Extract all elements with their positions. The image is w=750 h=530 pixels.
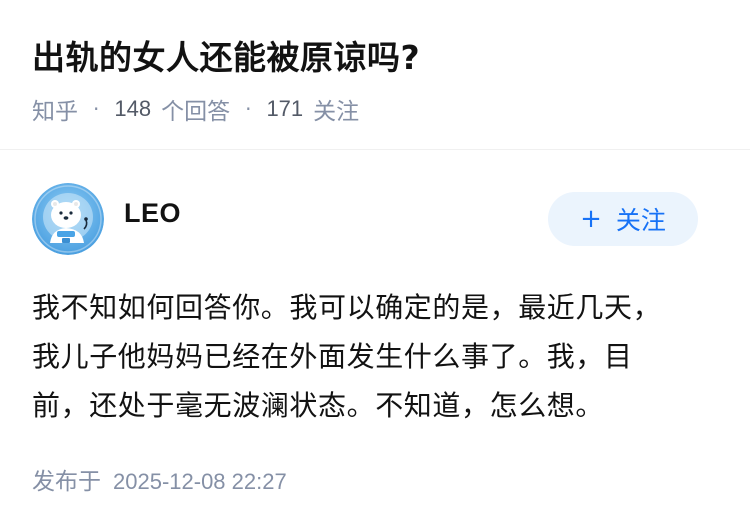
follow-button-label: 关注 <box>615 206 666 235</box>
question-title[interactable]: 出轨的女人还能被原谅吗? <box>32 34 420 82</box>
author-name[interactable]: LEO <box>124 198 181 229</box>
follow-count-label: 关注 <box>313 99 360 125</box>
answer-count-label: 个回答 <box>161 99 231 125</box>
publish-label: 发布于 <box>32 469 101 495</box>
answer-line: 我儿子他妈妈已经在外面发生什么事了。我，目 <box>32 340 633 373</box>
answer-count: 148 <box>114 96 152 121</box>
meta-separator: · <box>93 97 100 121</box>
plus-icon: + <box>580 204 602 234</box>
answer-line: 前，还处于毫无波澜状态。不知道，怎么想。 <box>32 389 605 422</box>
publish-date: 2025-12-08 22:27 <box>113 469 287 494</box>
answer-line: 我不知如何回答你。我可以确定的是，最近几天， <box>32 291 662 324</box>
question-meta: 知乎 · 148 个回答 · 171 关注 <box>32 92 359 126</box>
publish-time: 发布于 2025-12-08 22:27 <box>32 462 287 496</box>
follow-count: 171 <box>266 96 304 121</box>
answer-content: 我不知如何回答你。我可以确定的是，最近几天， 我儿子他妈妈已经在外面发生什么事了… <box>32 283 692 430</box>
source-label[interactable]: 知乎 <box>32 92 78 126</box>
polar-bear-astronaut-avatar-icon <box>32 183 104 255</box>
avatar[interactable] <box>32 183 104 255</box>
follow-button[interactable]: + 关注 <box>548 192 698 246</box>
meta-separator: · <box>245 97 252 121</box>
question-header: 出轨的女人还能被原谅吗? 知乎 · 148 个回答 · 171 关注 <box>0 0 750 150</box>
